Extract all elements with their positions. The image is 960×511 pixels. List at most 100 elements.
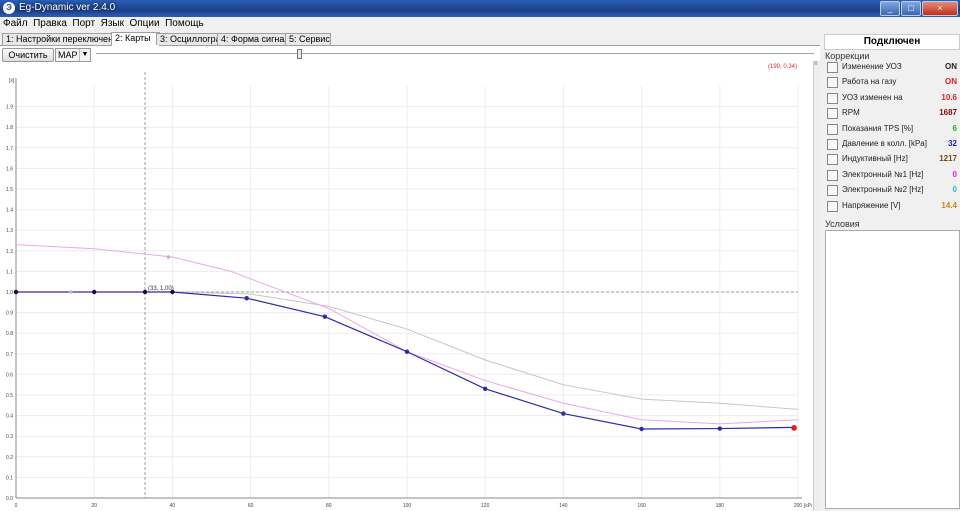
correction-row: Работа на газу ON	[826, 75, 957, 90]
data-point	[170, 289, 175, 295]
correction-label: Давление в колл. [kPa]	[842, 139, 927, 148]
x-tick-label: 100	[403, 503, 412, 509]
coordinate-readout: (199, 0.34)	[768, 64, 798, 70]
maximize-button[interactable]: □	[901, 1, 921, 16]
correction-checkbox[interactable]	[827, 92, 838, 104]
correction-checkbox[interactable]	[827, 154, 838, 166]
correction-label: УОЗ изменен на	[842, 92, 903, 102]
connection-status: Подключен	[824, 34, 960, 50]
menu-options[interactable]: Опции	[129, 17, 159, 31]
scroll-grip-icon: ≡	[814, 61, 818, 67]
x-tick-label: 200	[794, 503, 803, 509]
correction-checkbox[interactable]	[827, 139, 838, 150]
menu-bar: Файл Правка Порт Язык Опции Помощь	[0, 17, 960, 31]
x-tick-label: 20	[91, 503, 97, 509]
y-tick-label: 0.6	[6, 372, 13, 378]
data-point	[244, 295, 249, 301]
clear-button[interactable]: Очистить	[2, 48, 54, 62]
tab-signal-form[interactable]: 4: Форма сигнала	[217, 33, 295, 45]
correction-row: RPM 1687	[826, 106, 957, 121]
correction-row: Изменение УОЗ ON	[826, 60, 957, 75]
correction-value: ON	[945, 62, 957, 71]
correction-value: 0	[952, 185, 957, 195]
menu-file[interactable]: Файл	[3, 17, 28, 31]
y-tick-label: 1.9	[6, 105, 13, 111]
correction-value: 6	[952, 123, 957, 133]
menu-port[interactable]: Порт	[72, 17, 95, 31]
data-point	[13, 289, 19, 295]
right-panel: Подключен Коррекции Изменение УОЗ ON Работ…	[822, 32, 960, 511]
y-axis-unit: [x]	[9, 78, 15, 84]
map-select-value: MAP	[58, 50, 78, 60]
correction-checkbox[interactable]	[827, 185, 838, 197]
y-tick-label: 1.4	[6, 208, 13, 214]
x-tick-label: 60	[248, 503, 254, 509]
correction-label: Напряжение [V]	[842, 200, 901, 210]
correction-checkbox[interactable]	[827, 123, 838, 135]
data-point	[92, 289, 97, 295]
data-point	[561, 411, 566, 416]
map-chart[interactable]: 0 20 40 60 80 100 120 140 160 180 200 0.0 0.1 0.2 0.3 0…	[0, 72, 812, 511]
y-tick-label: 1.5	[6, 187, 13, 193]
correction-checkbox[interactable]	[827, 169, 838, 181]
y-tick-label: 0.0	[6, 496, 13, 502]
title-bar: Э Eg-Dynamic ver 2.4.0 _ □ ×	[0, 0, 960, 17]
ghost-point	[166, 255, 171, 259]
slider-track[interactable]	[96, 53, 814, 54]
correction-row: УОЗ изменен на 10.6	[826, 91, 957, 106]
cursor-label: (33, 1.00)	[148, 286, 174, 292]
correction-value: 32	[948, 139, 957, 148]
y-tick-label: 0.9	[6, 311, 13, 317]
correction-label: Электронный №1 [Hz]	[842, 169, 924, 179]
x-tick-label: 180	[716, 503, 725, 509]
y-tick-label: 0.8	[6, 331, 13, 337]
y-tick-label: 1.8	[6, 125, 13, 131]
correction-value: 1217	[939, 154, 957, 164]
highlight-point	[791, 425, 797, 431]
window-title: Eg-Dynamic ver 2.4.0	[19, 2, 116, 13]
y-tick-label: 1.2	[6, 249, 13, 255]
y-tick-label: 1.6	[6, 166, 13, 172]
y-tick-label: 1.3	[6, 228, 13, 234]
data-point	[142, 289, 148, 295]
menu-language[interactable]: Язык	[101, 17, 124, 31]
data-point	[717, 426, 722, 431]
tab-oscilloscope[interactable]: 3: Осциллограф	[156, 33, 228, 45]
tab-service[interactable]: 5: Сервис	[285, 33, 331, 45]
correction-label: Индуктивный [Hz]	[842, 154, 908, 164]
y-tick-label: 0.5	[6, 393, 13, 399]
menu-help[interactable]: Помощь	[165, 17, 204, 31]
y-tick-label: 0.4	[6, 414, 13, 420]
data-point	[483, 386, 488, 392]
data-point	[639, 426, 644, 432]
correction-value: ON	[945, 77, 957, 87]
y-tick-label: 1.1	[6, 269, 13, 275]
correction-checkbox[interactable]	[827, 77, 838, 89]
x-axis-unit: [кPa]	[804, 503, 812, 509]
correction-row: Индуктивный [Hz] 1217	[826, 152, 957, 167]
data-point	[404, 349, 410, 354]
y-tick-label: 0.7	[6, 352, 13, 358]
correction-checkbox[interactable]	[827, 108, 838, 120]
conditions-label: Условия	[825, 219, 860, 229]
tab-maps[interactable]: 2: Карты	[111, 32, 160, 46]
y-tick-label: 1.7	[6, 146, 13, 152]
x-tick-label: 0	[15, 503, 18, 509]
correction-label: Электронный №2 [Hz]	[842, 185, 924, 195]
minimize-button[interactable]: _	[880, 1, 900, 16]
correction-checkbox[interactable]	[827, 200, 838, 212]
y-tick-label: 0.1	[6, 475, 13, 481]
vertical-scrollbar[interactable]: ≡	[813, 61, 820, 511]
correction-value: 1687	[939, 108, 957, 118]
menu-edit[interactable]: Правка	[33, 17, 67, 31]
map-select[interactable]: MAP ▼	[55, 48, 91, 62]
tab-strip: 1: Настройки переключения 2: Карты 3: Ос…	[0, 32, 820, 46]
x-tick-label: 120	[481, 503, 490, 509]
app-icon: Э	[3, 2, 15, 14]
slider-thumb[interactable]	[297, 49, 302, 59]
tab-shift-settings[interactable]: 1: Настройки переключения	[2, 33, 123, 45]
data-point	[322, 314, 328, 319]
correction-checkbox[interactable]	[827, 62, 838, 73]
close-button[interactable]: ×	[922, 1, 958, 16]
chevron-down-icon: ▼	[79, 49, 90, 61]
